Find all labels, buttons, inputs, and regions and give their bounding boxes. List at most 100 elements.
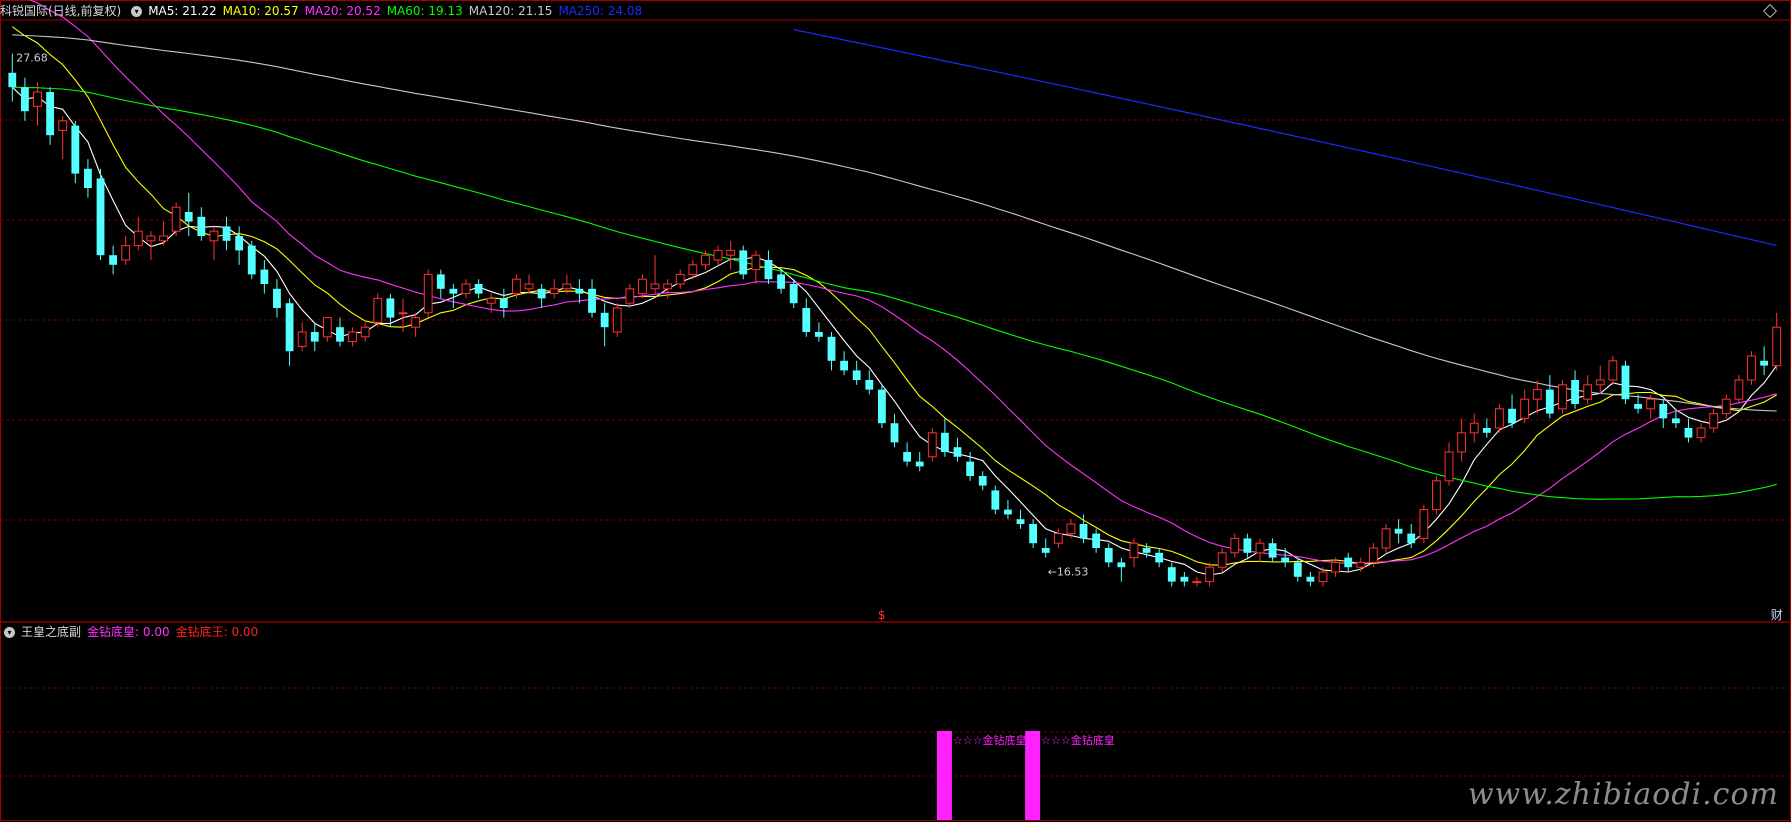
candle-body	[1092, 533, 1101, 548]
candle-body	[562, 283, 572, 290]
ma120-label: MA120: 21.15	[468, 4, 553, 18]
candle-body	[348, 331, 357, 343]
candle-body	[966, 461, 975, 476]
candle-body	[663, 283, 673, 290]
candle-body	[1117, 562, 1126, 568]
sub-indicator-settings-icon[interactable]: ▾	[4, 626, 15, 638]
candle-body	[486, 297, 496, 304]
candle-body	[575, 288, 584, 294]
candle-body	[1520, 398, 1530, 419]
candle-body	[46, 92, 55, 136]
candle-body	[688, 264, 698, 275]
ma60-label: MA60: 19.13	[386, 4, 463, 18]
candle-body	[777, 274, 785, 289]
candle-body	[1318, 571, 1328, 583]
candle-body	[890, 423, 899, 443]
candle-body	[297, 331, 307, 347]
candle-body	[273, 288, 281, 308]
candle-body	[423, 273, 433, 314]
candle-body	[1571, 380, 1579, 404]
candle-body	[927, 432, 937, 458]
watermark: www.zhibiaodi.com	[1467, 777, 1779, 812]
candle-body	[1268, 543, 1277, 558]
candle-body	[638, 278, 647, 295]
candle-body	[1558, 384, 1567, 410]
candle-body	[1180, 576, 1189, 582]
candle-body	[322, 317, 332, 338]
candle-body	[96, 178, 105, 256]
candle-body	[209, 230, 219, 242]
candle-body	[1004, 509, 1012, 515]
candle-body	[247, 245, 256, 275]
signal-bar	[1025, 731, 1041, 820]
candle-body	[84, 168, 92, 188]
candle-body	[1029, 524, 1038, 544]
candle-body	[1444, 451, 1454, 482]
chart-canvas[interactable]: 27.68 ←16.53 $ 财 ☆☆☆金钻底皇 ☆☆☆金钻底皇	[0, 0, 1791, 822]
candle-body	[1230, 537, 1240, 554]
candle-body	[133, 230, 143, 247]
candle-body	[650, 283, 660, 290]
chart-stage: 27.68 ←16.53 $ 财 ☆☆☆金钻底皇 ☆☆☆金钻底皇 科锐国际(日线,前复权)…	[0, 0, 1791, 822]
candle-body	[71, 125, 80, 174]
ma5-label: MA5: 21.22	[148, 4, 217, 18]
candle-body	[1709, 413, 1719, 429]
candle-body	[840, 360, 848, 371]
candle-body	[1381, 528, 1391, 549]
candle-body	[1659, 404, 1668, 419]
sub-indicator-title: 王皇之底副	[21, 625, 82, 639]
candle-body	[1671, 418, 1680, 424]
candle-body	[1747, 355, 1756, 381]
candle-body	[588, 288, 596, 313]
signal-label: ☆☆☆金钻底皇	[953, 733, 1027, 747]
marker-cai: 财	[1771, 608, 1783, 622]
candle-body	[1369, 547, 1378, 563]
indicator-settings-icon[interactable]: ▾	[131, 5, 143, 17]
candle-body	[1508, 408, 1516, 424]
candle-body	[600, 312, 609, 328]
candle-body	[1356, 561, 1366, 568]
candle-body	[499, 298, 508, 308]
candle-body	[1394, 528, 1403, 534]
candle-body	[1407, 533, 1416, 544]
sub-header: ▾ 王皇之底副 金钻底皇: 0.00 金钻底王: 0.00	[0, 623, 258, 641]
candle-body	[1684, 428, 1693, 438]
candle-body	[474, 284, 483, 294]
candle-body	[1595, 379, 1605, 386]
candle-body	[1053, 533, 1063, 544]
candle-body	[675, 273, 685, 285]
candle-body	[1016, 519, 1025, 524]
candle-body	[1696, 427, 1706, 439]
candle-body	[1331, 561, 1341, 573]
candle-body	[1532, 389, 1542, 400]
candle-body	[222, 226, 231, 241]
candle-body	[991, 490, 1000, 510]
candle-body	[1772, 326, 1782, 367]
candle-body	[1104, 548, 1113, 563]
candle-body	[449, 288, 458, 294]
jinzuan-dihuang-label: 金钻底皇: 0.00	[87, 625, 170, 639]
ma250-label: MA250: 24.08	[558, 4, 643, 18]
candle-body	[524, 283, 534, 290]
candle-body	[1482, 428, 1491, 433]
main-header: 科锐国际(日线,前复权) ▾ MA5: 21.22 MA10: 20.57 MA…	[0, 2, 642, 20]
candle-body	[625, 288, 635, 304]
ma250-line	[793, 29, 1777, 247]
candle-body	[121, 245, 131, 261]
candle-body	[814, 332, 823, 337]
candle-body	[1167, 567, 1176, 582]
ma10-label: MA10: 20.57	[222, 4, 299, 18]
candle-body	[978, 476, 987, 486]
candle-body	[1721, 398, 1731, 415]
candle-body	[184, 212, 193, 222]
candle-body	[1293, 562, 1302, 577]
candle-body	[197, 216, 206, 236]
candle-body	[1457, 432, 1467, 453]
candle-body	[159, 235, 168, 242]
candle-body	[1583, 384, 1593, 400]
candle-body	[1142, 548, 1151, 553]
candle-body	[1217, 552, 1227, 568]
candle-body	[941, 432, 949, 452]
candle-body	[1608, 360, 1618, 381]
candle-body	[33, 91, 42, 107]
